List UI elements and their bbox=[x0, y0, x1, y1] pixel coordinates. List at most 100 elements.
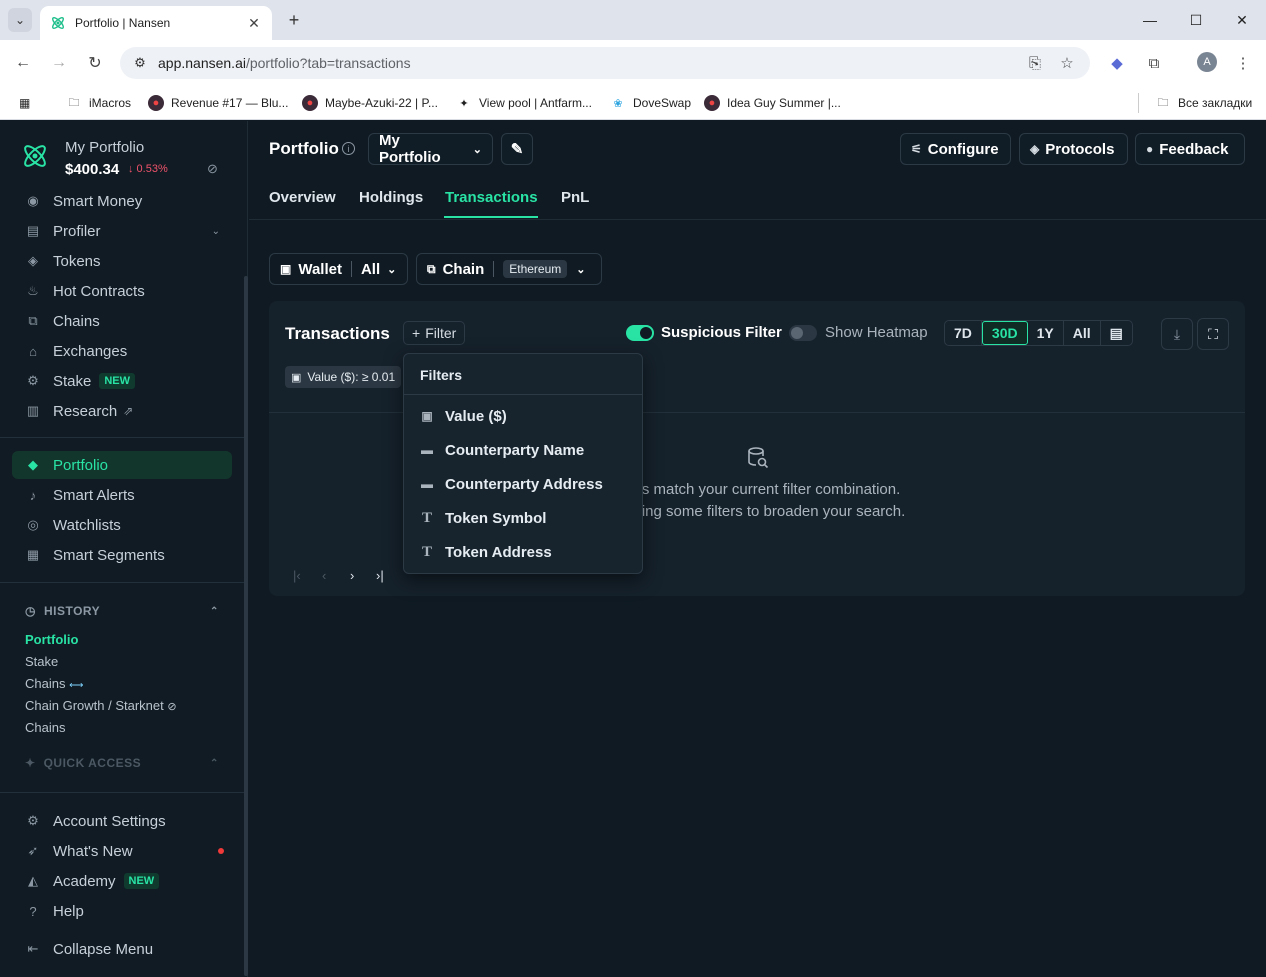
tokens-icon: ◈ bbox=[28, 253, 38, 268]
bookmark-2[interactable]: ● Maybe-Azuki-22 | P... bbox=[302, 93, 438, 113]
bookmark-0[interactable]: 🗀 iMacros bbox=[66, 93, 132, 113]
bookmark-3[interactable]: ✦ View pool | Antfarm... bbox=[456, 93, 592, 113]
bookmark-1[interactable]: ● Revenue #17 — Blu... bbox=[148, 93, 288, 113]
sidebar-item-research[interactable]: ▥ Research ⇗ bbox=[12, 397, 232, 425]
calendar-button[interactable]: ▤ bbox=[1101, 321, 1132, 345]
apps-icon[interactable]: ▦ bbox=[19, 93, 30, 113]
protocols-button[interactable]: ◈ Protocols bbox=[1019, 133, 1128, 165]
profile-avatar[interactable]: A bbox=[1197, 52, 1217, 72]
history-item-chains[interactable]: Chains ⟷ bbox=[25, 676, 83, 691]
history-item-chain-growth[interactable]: Chain Growth / Starknet ⊘ bbox=[25, 698, 177, 713]
maximize-button[interactable]: ☐ bbox=[1173, 0, 1219, 40]
last-page-button[interactable]: ›| bbox=[376, 568, 384, 583]
browser-tab[interactable]: Portfolio | Nansen ✕ bbox=[40, 6, 272, 40]
filter-option-counterparty-name[interactable]: ▬ Counterparty Name bbox=[404, 435, 642, 465]
sidebar-item-academy[interactable]: ◭ Academy NEW bbox=[12, 867, 232, 895]
sidebar-item-help[interactable]: ? Help bbox=[12, 897, 232, 925]
close-window-button[interactable]: ✕ bbox=[1219, 0, 1265, 40]
sidebar-item-label: Portfolio bbox=[53, 456, 109, 474]
site-info-icon[interactable]: ⚙ bbox=[130, 53, 150, 73]
prev-page-button[interactable]: ‹ bbox=[322, 568, 326, 583]
reload-button[interactable]: ↻ bbox=[83, 51, 107, 75]
sidebar-item-watchlists[interactable]: ◎ Watchlists bbox=[12, 511, 232, 539]
chevron-down-icon: ⌄ bbox=[387, 263, 397, 276]
edit-portfolio-button[interactable]: ✎ bbox=[501, 133, 533, 165]
sidebar-item-chains[interactable]: ⧉ Chains bbox=[12, 307, 232, 335]
hide-balance-icon[interactable]: ⊘ bbox=[207, 161, 223, 177]
tab-transactions[interactable]: Transactions bbox=[445, 189, 538, 206]
bookmark-4[interactable]: ❀ DoveSwap bbox=[610, 93, 691, 113]
sidebar-item-smart-segments[interactable]: ▦ Smart Segments bbox=[12, 541, 232, 569]
download-button[interactable]: ⤓ bbox=[1161, 318, 1193, 350]
quick-access-header[interactable]: ✦ QUICK ACCESS ⌃ bbox=[25, 756, 218, 770]
configure-label: Configure bbox=[927, 140, 999, 158]
wallet-select[interactable]: ▣ Wallet All ⌄ bbox=[269, 253, 408, 285]
portfolio-summary[interactable]: My Portfolio $400.34 ↓ 0.53% ⊘ bbox=[0, 121, 244, 187]
tab-search-button[interactable]: ⌄ bbox=[8, 8, 32, 32]
translate-icon[interactable]: ⎘ bbox=[1023, 51, 1047, 75]
pencil-icon: ✎ bbox=[510, 141, 524, 158]
history-item-chains-2[interactable]: Chains bbox=[25, 720, 65, 735]
panel-title: Transactions bbox=[285, 324, 390, 343]
sidebar-item-exchanges[interactable]: ⌂ Exchanges bbox=[12, 337, 232, 365]
history-item-portfolio[interactable]: Portfolio bbox=[25, 632, 78, 647]
filter-option-token-address[interactable]: T Token Address bbox=[404, 537, 642, 567]
first-page-icon: |‹ bbox=[293, 568, 301, 583]
sidebar-item-smart-money[interactable]: ◉ Smart Money bbox=[12, 187, 232, 215]
portfolio-select[interactable]: My Portfolio ⌄ bbox=[368, 132, 493, 166]
more-menu-icon[interactable]: ⋮ bbox=[1231, 51, 1255, 75]
back-button[interactable]: ← bbox=[11, 51, 35, 75]
filter-option-token-symbol[interactable]: T Token Symbol bbox=[404, 503, 642, 533]
wallet-icon: ▬ bbox=[421, 477, 433, 491]
address-bar[interactable]: ⚙ app.nansen.ai/portfolio?tab=transactio… bbox=[120, 47, 1090, 79]
sidebar-scrollbar[interactable] bbox=[244, 276, 248, 976]
bank-icon: ⌂ bbox=[29, 343, 37, 359]
folder-icon: 🗀 bbox=[1157, 96, 1169, 109]
show-heatmap-toggle[interactable] bbox=[789, 325, 817, 341]
sidebar-item-profiler[interactable]: ▤ Profiler ⌄ bbox=[12, 217, 232, 245]
range-1y[interactable]: 1Y bbox=[1028, 321, 1064, 345]
history-item-stake[interactable]: Stake bbox=[25, 654, 58, 669]
feedback-button[interactable]: ● Feedback bbox=[1135, 133, 1245, 165]
fullscreen-button[interactable]: ⛶ bbox=[1197, 318, 1229, 350]
tab-pnl[interactable]: PnL bbox=[561, 189, 589, 206]
sidebar-item-account-settings[interactable]: ⚙ Account Settings bbox=[12, 807, 232, 835]
bookmark-5[interactable]: ● Idea Guy Summer |... bbox=[704, 93, 841, 113]
sidebar-item-whats-new[interactable]: ➶ What's New bbox=[12, 837, 232, 865]
sidebar-item-smart-alerts[interactable]: ♪ Smart Alerts bbox=[12, 481, 232, 509]
filter-option-counterparty-address[interactable]: ▬ Counterparty Address bbox=[404, 469, 642, 499]
tab-holdings[interactable]: Holdings bbox=[359, 189, 423, 206]
range-7d[interactable]: 7D bbox=[945, 321, 982, 345]
sidebar-item-collapse-menu[interactable]: ⇤ Collapse Menu bbox=[12, 935, 232, 963]
range-all[interactable]: All bbox=[1064, 321, 1101, 345]
new-tab-button[interactable]: + bbox=[284, 10, 304, 30]
next-page-button[interactable]: › bbox=[350, 568, 354, 583]
forward-button[interactable]: → bbox=[47, 51, 71, 75]
chain-logo-icon: ⟷ bbox=[69, 680, 84, 691]
puzzle-icon[interactable]: ⧉ bbox=[1142, 51, 1166, 75]
sidebar-item-stake[interactable]: ⚙ Stake NEW bbox=[12, 367, 232, 395]
first-page-button[interactable]: |‹ bbox=[293, 568, 301, 583]
configure-button[interactable]: ⚟ Configure bbox=[900, 133, 1011, 165]
suspicious-filter-toggle[interactable] bbox=[626, 325, 654, 341]
active-filter-chip[interactable]: ▣ Value ($): ≥ 0.01 bbox=[285, 366, 402, 388]
star-icon[interactable]: ☆ bbox=[1055, 51, 1079, 75]
external-link-icon: ⇗ bbox=[123, 404, 134, 418]
history-header[interactable]: ◷ HISTORY ⌃ bbox=[25, 604, 218, 618]
all-bookmarks[interactable]: 🗀 Все закладки bbox=[1138, 93, 1252, 113]
sidebar-item-hot-contracts[interactable]: ♨ Hot Contracts bbox=[12, 277, 232, 305]
info-icon[interactable]: i bbox=[342, 142, 355, 155]
extension-icon[interactable]: ◆ bbox=[1105, 51, 1129, 75]
close-tab-icon[interactable]: ✕ bbox=[246, 15, 262, 32]
chain-select[interactable]: ⧉ Chain Ethereum ⌄ bbox=[416, 253, 602, 285]
add-filter-button[interactable]: + Filter bbox=[403, 321, 466, 345]
wallet-icon: ▬ bbox=[421, 443, 433, 457]
minimize-button[interactable]: — bbox=[1127, 0, 1173, 40]
sidebar: My Portfolio $400.34 ↓ 0.53% ⊘ ◉ Smart Mo… bbox=[0, 121, 248, 977]
chain-link-icon: ⧉ bbox=[427, 261, 436, 276]
sidebar-item-tokens[interactable]: ◈ Tokens bbox=[12, 247, 232, 275]
tab-overview[interactable]: Overview bbox=[269, 189, 336, 206]
filter-option-value[interactable]: ▣ Value ($) bbox=[404, 401, 642, 431]
sidebar-item-portfolio[interactable]: ◆ Portfolio bbox=[12, 451, 232, 479]
range-30d[interactable]: 30D bbox=[981, 321, 1028, 345]
